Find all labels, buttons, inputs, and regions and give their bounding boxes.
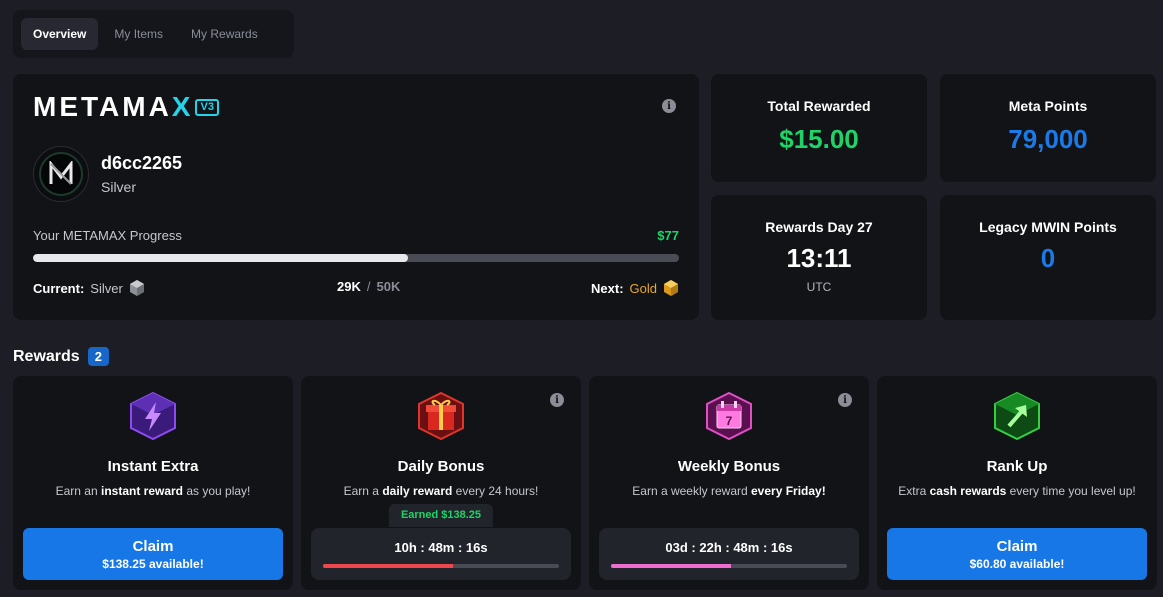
stat-sub: UTC <box>806 280 832 294</box>
next-tier: Next: Gold <box>591 279 679 297</box>
gift-icon <box>418 391 464 441</box>
username: d6cc2265 <box>101 153 183 173</box>
progress-bar <box>33 254 679 262</box>
tab-my-rewards[interactable]: My Rewards <box>179 18 270 50</box>
stat-title: Legacy MWIN Points <box>979 219 1117 235</box>
xp-progress: 29K / 50K <box>337 279 401 294</box>
reward-card-rank-up: Rank Up Extra cash rewards every time yo… <box>877 376 1157 590</box>
reward-title: Instant Extra <box>107 458 199 475</box>
stat-title: Total Rewarded <box>767 98 871 114</box>
info-icon[interactable]: i <box>550 393 564 407</box>
timer-text: 03d : 22h : 48m : 16s <box>665 540 793 555</box>
claim-button[interactable]: Claim $138.25 available! <box>23 528 283 580</box>
timer-bar <box>611 564 847 568</box>
reward-card-instant-extra: Instant Extra Earn an instant reward as … <box>13 376 293 590</box>
reward-title: Rank Up <box>986 458 1048 475</box>
timer-bar <box>323 564 559 568</box>
reward-description: Earn an instant reward as you play! <box>55 484 251 498</box>
reward-description: Extra cash rewards every time you level … <box>898 484 1136 498</box>
arrow-up-icon <box>994 391 1040 441</box>
tab-my-items[interactable]: My Items <box>102 18 175 50</box>
reward-description: Earn a daily reward every 24 hours! <box>343 484 539 498</box>
timer-bar-fill <box>323 564 453 568</box>
stat-value: 0 <box>1040 243 1056 273</box>
progress-bar-fill <box>33 254 408 262</box>
avatar <box>33 146 89 202</box>
stat-rewards-day: Rewards Day 27 13:11 UTC <box>711 195 927 320</box>
calendar-icon: 7 <box>706 391 752 441</box>
stat-value: 79,000 <box>1008 124 1088 154</box>
current-tier: Current: Silver <box>33 279 145 297</box>
rewards-section-title: Rewards 2 <box>13 347 109 366</box>
countdown-timer: 10h : 48m : 16s <box>311 528 571 580</box>
avatar-monogram-icon <box>49 161 73 185</box>
earned-badge: Earned $138.25 <box>388 504 494 527</box>
info-icon[interactable]: i <box>838 393 852 407</box>
gold-gem-icon <box>664 280 678 296</box>
stat-value: $15.00 <box>779 124 859 154</box>
countdown-timer: 03d : 22h : 48m : 16s <box>599 528 859 580</box>
stat-title: Rewards Day 27 <box>765 219 873 235</box>
metamax-logo: METAMAX V3 <box>33 93 219 121</box>
stat-meta-points: Meta Points 79,000 <box>940 74 1156 182</box>
stat-total-rewarded: Total Rewarded $15.00 <box>711 74 927 182</box>
profile-card: METAMAX V3 i d6cc2265 Silver Your METAMA… <box>13 74 699 320</box>
silver-gem-icon <box>129 280 144 296</box>
logo-version: V3 <box>195 98 219 116</box>
stat-legacy-mwin-points: Legacy MWIN Points 0 <box>940 195 1156 320</box>
lightning-icon <box>130 391 176 441</box>
tab-bar: Overview My Items My Rewards <box>13 10 294 58</box>
stat-title: Meta Points <box>1008 98 1088 114</box>
claim-button[interactable]: Claim $60.80 available! <box>887 528 1147 580</box>
progress-label: Your METAMAX Progress <box>33 228 182 243</box>
progress-amount: $77 <box>657 228 679 243</box>
info-icon[interactable]: i <box>662 99 676 113</box>
calendar-day-text: 7 <box>726 414 733 428</box>
logo-text: METAMAX <box>33 91 194 122</box>
stat-value: 13:11 <box>786 243 852 273</box>
reward-card-daily-bonus: i Daily Bonus Earn a daily reward every … <box>301 376 581 590</box>
reward-description: Earn a weekly reward every Friday! <box>632 484 826 498</box>
tier-label: Silver <box>101 179 137 195</box>
timer-bar-fill <box>611 564 732 568</box>
rewards-count-badge: 2 <box>87 347 109 366</box>
reward-card-weekly-bonus: 7 i Weekly Bonus Earn a weekly reward ev… <box>589 376 869 590</box>
timer-text: 10h : 48m : 16s <box>394 540 488 555</box>
tab-overview[interactable]: Overview <box>21 18 99 50</box>
reward-title: Daily Bonus <box>397 458 485 475</box>
reward-title: Weekly Bonus <box>677 458 781 475</box>
